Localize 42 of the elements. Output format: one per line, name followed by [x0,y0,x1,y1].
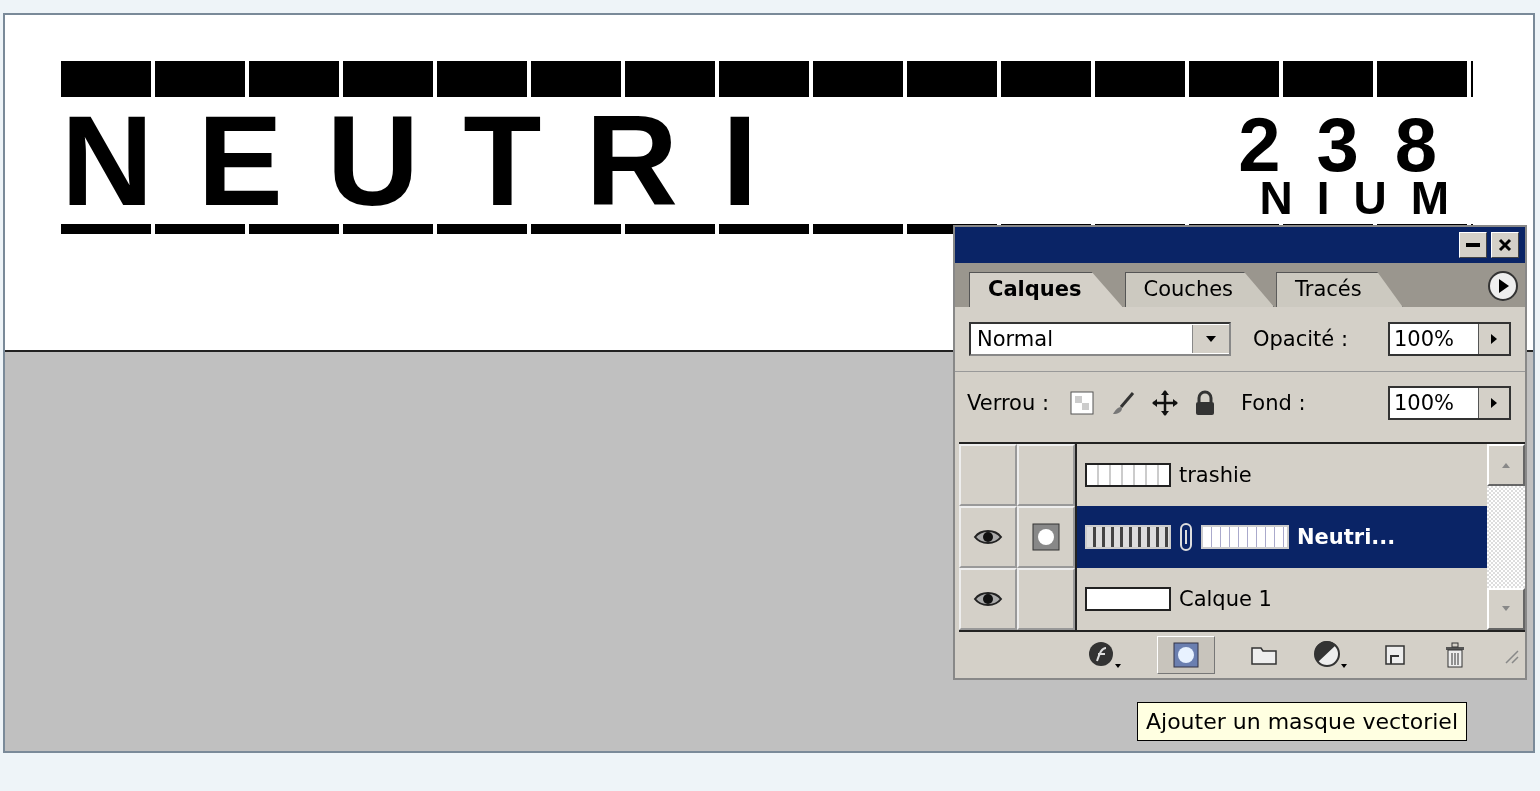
lock-label: Verrou : [967,391,1049,415]
panel-tab[interactable]: Tracés [1276,272,1403,307]
fill-field[interactable]: 100% [1388,386,1511,420]
arrow-right-icon [1490,333,1498,345]
trash-icon[interactable] [1443,641,1467,669]
layer-name: Calque 1 [1179,587,1272,611]
minimize-icon[interactable] [1459,232,1487,258]
layer-style-icon[interactable] [1087,640,1123,670]
panel-tab[interactable]: Calques [969,272,1123,307]
blend-mode-dropdown[interactable]: Normal [969,322,1231,356]
panel-title-bar[interactable] [955,227,1525,263]
mask-icon [1172,641,1200,669]
layer-name: trashie [1179,463,1252,487]
layer-row[interactable]: Calque 1 [1075,568,1487,630]
layer-name: Neutri... [1297,525,1396,549]
logo-text: NEUTRI [61,103,802,219]
opacity-field[interactable]: 100% [1388,322,1511,356]
layer-row[interactable]: Neutri... [1075,506,1487,568]
arrow-right-icon [1490,397,1498,409]
chain-link-icon [1179,522,1193,552]
layer-link-toggle[interactable] [1017,444,1075,506]
layer-link-toggle[interactable] [1017,568,1075,630]
fill-label: Fond : [1241,391,1306,415]
eye-icon [973,589,1003,609]
panel-tab[interactable]: Couches [1124,272,1275,307]
adjustment-layer-icon[interactable] [1313,640,1349,670]
opacity-label: Opacité : [1253,327,1348,351]
visibility-toggle[interactable] [959,568,1017,630]
layer-link-toggle[interactable] [1017,506,1075,568]
dropdown-arrow-icon [1205,335,1217,343]
logo-text: NIUM [1259,179,1473,219]
tooltip: Ajouter un masque vectoriel [1137,702,1467,741]
visibility-toggle[interactable] [959,444,1017,506]
visibility-toggle[interactable] [959,506,1017,568]
vector-mask-button[interactable] [1157,636,1215,674]
move-icon[interactable] [1151,389,1179,417]
panel-menu-icon[interactable] [1487,270,1519,302]
close-icon[interactable] [1491,232,1519,258]
logo-number: 238 [1238,110,1473,180]
eye-icon [973,527,1003,547]
lock-icon[interactable] [1193,389,1217,417]
checkerboard-icon[interactable] [1069,390,1095,416]
